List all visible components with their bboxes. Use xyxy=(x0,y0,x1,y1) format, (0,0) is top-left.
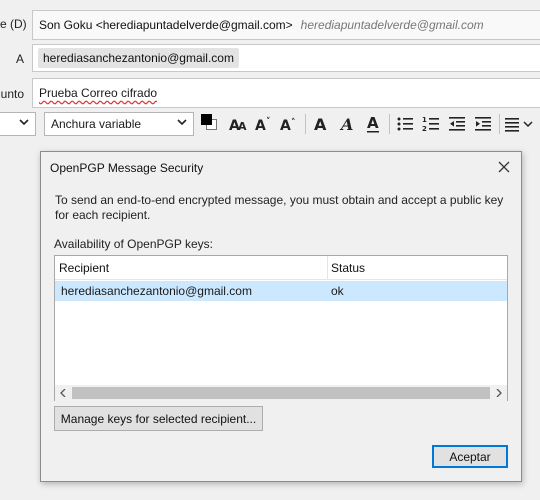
numbered-list-icon[interactable]: 12 xyxy=(421,112,441,136)
status-cell: ok xyxy=(331,284,344,298)
svg-text:A: A xyxy=(255,118,266,132)
column-header-status[interactable]: Status xyxy=(328,256,365,280)
subject-label: unto xyxy=(0,87,24,101)
chevron-down-icon xyxy=(19,117,29,130)
svg-text:A: A xyxy=(314,115,327,133)
svg-text:˅: ˅ xyxy=(266,117,271,127)
scroll-left-icon[interactable] xyxy=(55,385,71,401)
to-label: A xyxy=(15,52,24,66)
from-identity: Son Goku <herediapuntadelverde@gmail.com… xyxy=(39,18,293,32)
column-header-recipient[interactable]: Recipient xyxy=(55,256,328,280)
close-icon[interactable] xyxy=(493,156,515,178)
svg-text:A: A xyxy=(238,120,247,132)
svg-text:2: 2 xyxy=(422,125,427,133)
dialog-message: To send an end-to-end encrypted message,… xyxy=(55,193,504,222)
toolbar-divider xyxy=(499,114,500,134)
dialog-title: OpenPGP Message Security xyxy=(50,161,204,175)
list-item[interactable]: herediasanchezantonio@gmail.com ok xyxy=(55,281,507,301)
manage-keys-button[interactable]: Manage keys for selected recipient... xyxy=(54,406,263,431)
svg-text:A: A xyxy=(280,118,291,132)
bulleted-list-icon[interactable] xyxy=(395,112,415,136)
recipient-pill[interactable]: herediasanchezantonio@gmail.com xyxy=(38,48,239,68)
italic-button[interactable]: A xyxy=(337,112,357,136)
text-color-swatch[interactable] xyxy=(201,114,212,125)
paragraph-format-select[interactable] xyxy=(0,112,36,136)
formatting-toolbar: Anchura variable AA A ˅ A ˄ A A A 12 xyxy=(0,110,540,138)
scroll-right-icon[interactable] xyxy=(491,385,507,401)
subject-input[interactable]: Prueba Correo cifrado xyxy=(32,78,540,108)
openpgp-security-dialog: OpenPGP Message Security To send an end-… xyxy=(40,151,522,482)
horizontal-scrollbar[interactable] xyxy=(55,385,507,401)
text-color-picker[interactable] xyxy=(200,113,222,135)
from-row: e (D) Son Goku <herediapuntadelverde@gma… xyxy=(0,6,540,42)
from-label: e (D) xyxy=(0,17,27,31)
from-alias: herediapuntadelverde@gmail.com xyxy=(300,18,484,32)
to-row: A herediasanchezantonio@gmail.com xyxy=(0,44,540,74)
font-select-value: Anchura variable xyxy=(51,117,142,131)
smaller-font-button[interactable]: A ˅ xyxy=(254,112,274,136)
list-header: Recipient Status xyxy=(55,256,507,280)
align-menu-icon[interactable] xyxy=(505,112,535,136)
from-selector[interactable]: Son Goku <herediapuntadelverde@gmail.com… xyxy=(32,10,540,40)
scrollbar-thumb[interactable] xyxy=(72,387,490,399)
subject-row: unto Prueba Correo cifrado xyxy=(0,78,540,110)
svg-text:1: 1 xyxy=(422,116,427,124)
bold-button[interactable]: A xyxy=(311,112,331,136)
toolbar-divider xyxy=(305,114,306,134)
underline-button[interactable]: A xyxy=(363,112,383,136)
to-field[interactable]: herediasanchezantonio@gmail.com xyxy=(32,44,540,72)
chevron-down-icon xyxy=(177,117,187,130)
toolbar-divider xyxy=(389,114,390,134)
font-size-reset-button[interactable]: AA xyxy=(228,112,248,136)
outdent-icon[interactable] xyxy=(447,112,467,136)
svg-text:˄: ˄ xyxy=(291,118,296,128)
indent-icon[interactable] xyxy=(473,112,493,136)
recipient-key-list[interactable]: Recipient Status herediasanchezantonio@g… xyxy=(54,255,508,401)
accept-button[interactable]: Aceptar xyxy=(432,445,508,468)
recipient-cell: herediasanchezantonio@gmail.com xyxy=(61,284,252,298)
svg-text:A: A xyxy=(339,115,353,133)
subject-text: Prueba Correo cifrado xyxy=(39,86,158,100)
larger-font-button[interactable]: A ˄ xyxy=(279,112,299,136)
svg-text:A: A xyxy=(367,114,379,132)
font-select[interactable]: Anchura variable xyxy=(44,112,194,136)
availability-label: Availability of OpenPGP keys: xyxy=(54,237,213,251)
